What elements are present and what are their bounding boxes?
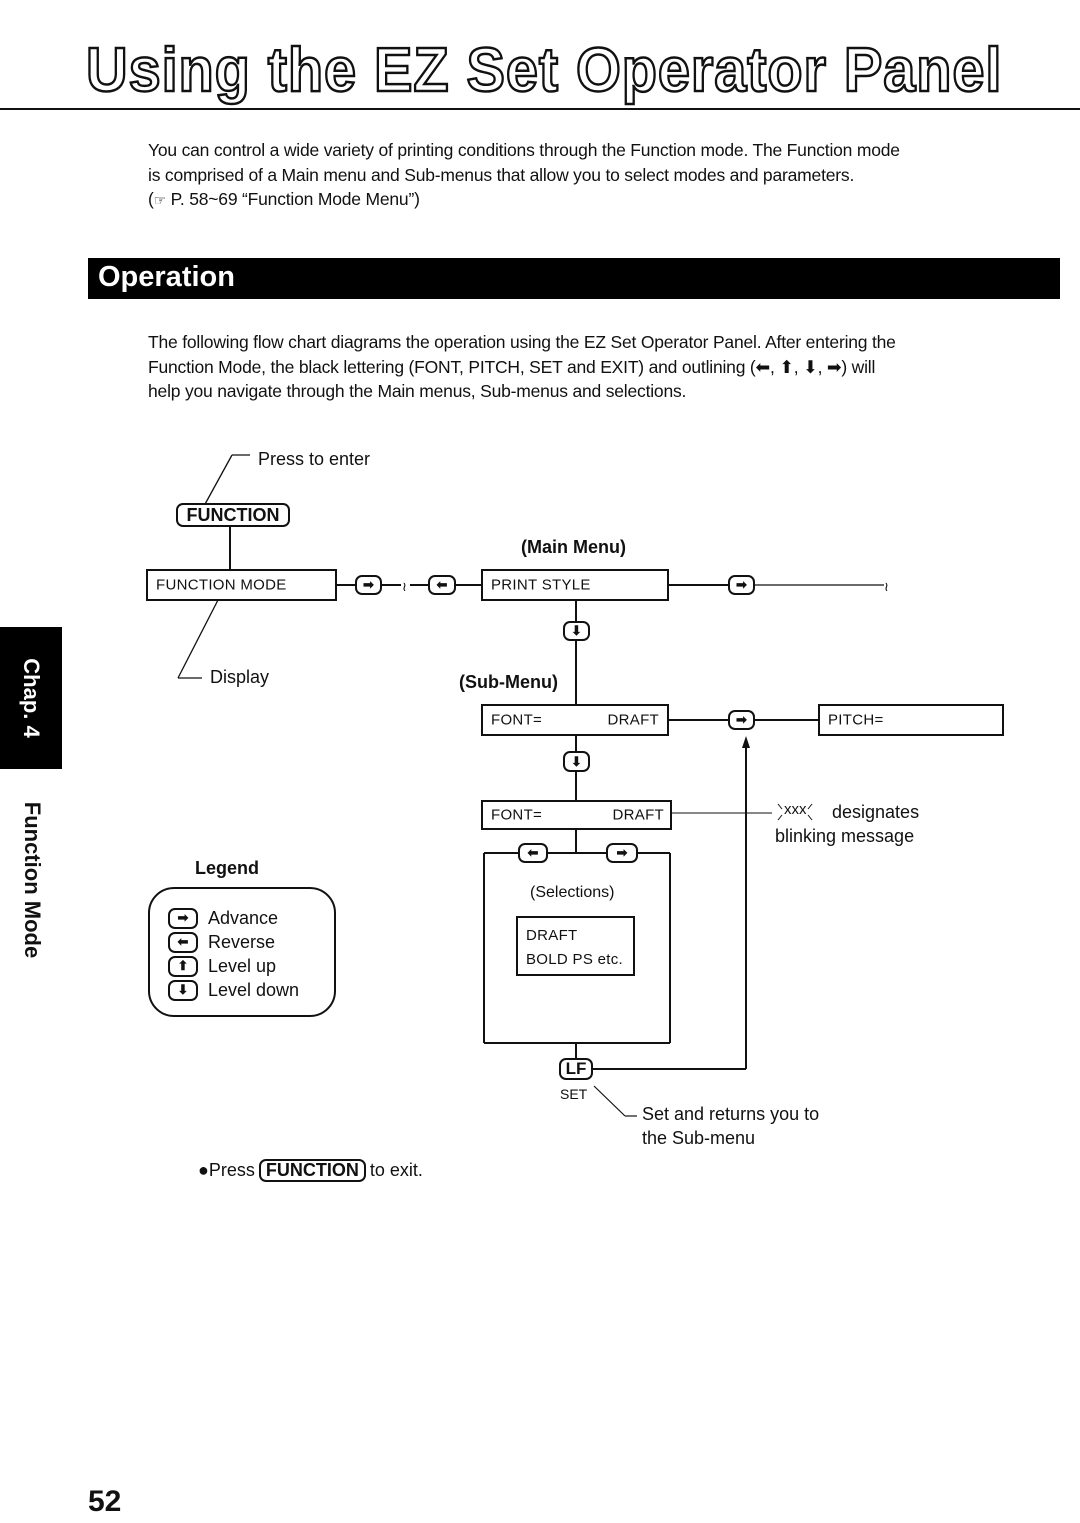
legend-label: Advance (208, 907, 279, 928)
arrow-right-key-icon: ➡ (168, 907, 198, 929)
arrow-up-key-icon: ⬆ (168, 955, 198, 977)
legend-label: Level up (208, 955, 277, 976)
exit-prefix: ●Press (198, 1160, 255, 1180)
section-paragraph: The following flow chart diagrams the op… (148, 330, 896, 404)
arrow-right-icon: ➡ (616, 845, 628, 860)
lcd-pitch: PITCH= (818, 704, 1004, 736)
lcd-font-blinking: FONT= DRAFT (481, 800, 672, 830)
lcd-font-blink-label: FONT= (491, 806, 543, 824)
lcd-print-style-text: PRINT STYLE (491, 576, 591, 594)
section-line-3: help you navigate through the Main menus… (148, 381, 687, 401)
blink-marker: xxx (784, 801, 807, 818)
set-label: SET (560, 1086, 588, 1102)
press-to-enter-label: Press to enter (258, 449, 371, 469)
svg-text:≀: ≀ (402, 579, 407, 594)
legend-item-level-up: ⬆ Level up (168, 954, 276, 978)
chapter-label: Chap. 4 (19, 658, 44, 738)
lcd-function-mode-text: FUNCTION MODE (156, 576, 287, 594)
svg-text:≀: ≀ (884, 579, 889, 594)
level-down-key[interactable]: ⬇ (563, 751, 590, 772)
function-exit-key[interactable]: FUNCTION (258, 1159, 366, 1182)
legend-item-level-down: ⬇ Level down (168, 978, 299, 1002)
legend-item-reverse: ⬅ Reverse (168, 930, 275, 954)
arrow-left-icon: ⬅ (527, 845, 539, 860)
lcd-pitch-text: PITCH= (828, 711, 884, 729)
flowchart-connectors: ≀ ≀ (177, 454, 889, 1117)
legend-label: Level down (208, 979, 300, 1000)
reference-link[interactable]: P. 58~69 “Function Mode Menu”) (171, 189, 420, 209)
arrow-right-icon: ➡ (363, 577, 374, 592)
section-heading: Operation (98, 261, 235, 293)
intro-paragraph: You can control a wide variety of printi… (148, 138, 900, 213)
lf-key[interactable]: LF (559, 1058, 593, 1080)
arrow-down-key-icon: ⬇ (168, 979, 198, 1001)
arrow-right-icon: ➡ (736, 712, 747, 727)
blink-note-line-2: blinking message (775, 826, 915, 846)
title-divider (0, 108, 1080, 110)
lcd-print-style: PRINT STYLE (481, 569, 669, 601)
legend-title: Legend (195, 858, 260, 878)
level-down-key[interactable]: ⬇ (563, 621, 590, 641)
section-line-2: Function Mode, the black lettering (FONT… (148, 356, 876, 377)
function-key[interactable]: FUNCTION (176, 503, 290, 527)
exit-suffix: to exit. (369, 1160, 423, 1180)
chapter-tab: Chap. 4 (0, 627, 62, 769)
selection-draft: DRAFT (526, 927, 578, 944)
arrow-left-icon: ⬅ (436, 577, 448, 592)
lcd-font-draft: FONT= DRAFT (481, 704, 669, 736)
intro-line-2: is comprised of a Main menu and Sub-menu… (148, 164, 855, 185)
advance-key[interactable]: ➡ (728, 575, 755, 595)
reverse-key[interactable]: ⬅ (518, 843, 548, 863)
section-line-1: The following flow chart diagrams the op… (148, 332, 896, 352)
blink-note-line-1: designates (832, 802, 920, 822)
arrow-right-icon: ➡ (736, 577, 747, 592)
lcd-font-value: DRAFT (607, 711, 659, 729)
selection-bold-ps: BOLD PS etc. (526, 951, 623, 968)
arrow-down-icon: ⬇ (571, 753, 582, 769)
section-side-label: Function Mode (12, 790, 52, 970)
arrow-left-key-icon: ⬅ (168, 931, 198, 953)
page-title: Using the EZ Set Operator Panel (85, 36, 1003, 105)
exit-instruction: ●Press FUNCTION to exit. (198, 1159, 423, 1182)
page-number: 52 (88, 1485, 122, 1518)
lcd-font-blink-value: DRAFT (612, 806, 664, 824)
intro-reference: (☞ P. 58~69 “Function Mode Menu”) (148, 187, 900, 213)
intro-line-1: You can control a wide variety of printi… (148, 140, 900, 160)
main-menu-label: (Main Menu) (521, 537, 626, 557)
legend-box: ➡ Advance ⬅ Reverse ⬆ Level up ⬇ Level d… (148, 887, 336, 1017)
lcd-function-mode: FUNCTION MODE (146, 569, 337, 601)
legend-label: Reverse (208, 931, 276, 952)
set-note-line-1: Set and returns you to (642, 1104, 820, 1124)
lcd-font-label: FONT= (491, 711, 543, 729)
arrow-down-icon: ⬇ (571, 623, 582, 638)
reverse-key[interactable]: ⬅ (428, 575, 456, 595)
legend-item-advance: ➡ Advance (168, 906, 278, 930)
sub-menu-label: (Sub-Menu) (459, 672, 558, 692)
section-side-text: Function Mode (20, 801, 45, 959)
advance-key[interactable]: ➡ (728, 710, 755, 730)
set-note-line-2: the Sub-menu (642, 1128, 756, 1148)
pointing-hand-icon: ☞ (153, 192, 167, 208)
selections-label: (Selections) (530, 884, 615, 901)
advance-key[interactable]: ➡ (355, 575, 382, 595)
display-label: Display (210, 667, 270, 687)
selections-list: DRAFT BOLD PS etc. (516, 916, 635, 976)
section-header-bar: Operation (88, 258, 1060, 299)
advance-key[interactable]: ➡ (606, 843, 638, 863)
